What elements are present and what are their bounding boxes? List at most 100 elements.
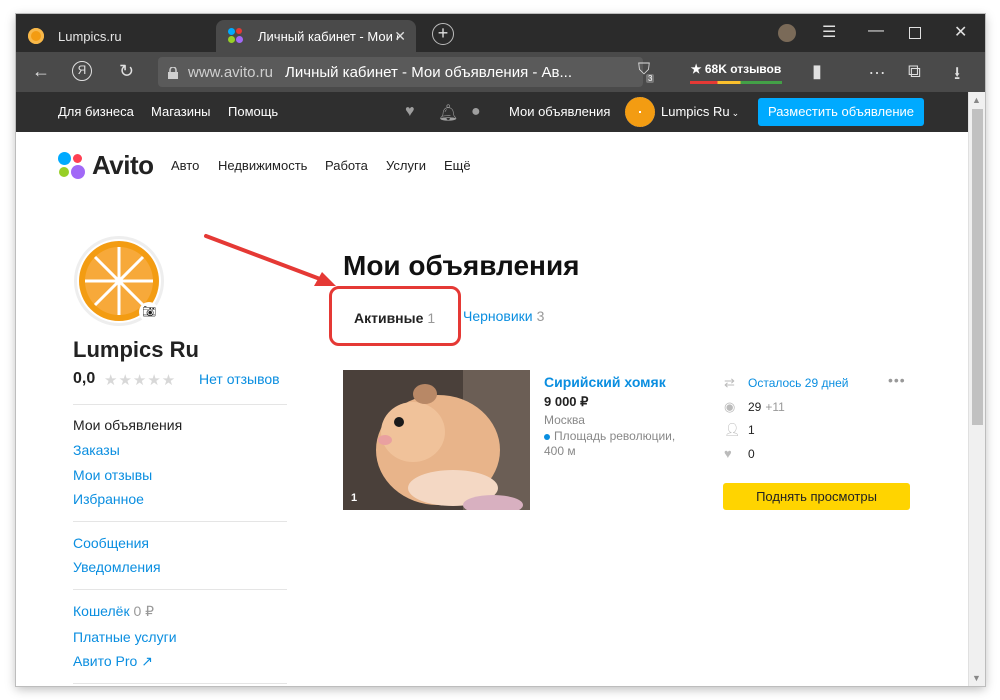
page-content: Avito Авто Недвижимость Работа Услуги Ещ… bbox=[16, 132, 968, 686]
metro-dot-icon bbox=[544, 433, 550, 440]
refresh-icon: ⇄ bbox=[724, 375, 735, 390]
stat-days-left: ⇄ Осталось 29 дней bbox=[724, 375, 848, 391]
reviews-rating-stripe bbox=[690, 81, 782, 84]
menu-avito-pro[interactable]: Авито Pro ↗ bbox=[73, 653, 153, 670]
for-business-link[interactable]: Для бизнеса bbox=[58, 104, 134, 119]
tab-title: Личный кабинет - Мои объявления bbox=[258, 28, 398, 44]
menu-favorites[interactable]: Избранное bbox=[73, 491, 144, 507]
avito-logo-icon bbox=[58, 151, 86, 180]
divider bbox=[73, 521, 287, 522]
days-left-link[interactable]: Осталось 29 дней bbox=[748, 376, 848, 390]
menu-messages[interactable]: Сообщения bbox=[73, 535, 149, 551]
reviews-button[interactable]: ★ 68K отзывов bbox=[688, 58, 784, 86]
minimize-icon[interactable]: — bbox=[868, 22, 884, 40]
tab-drafts[interactable]: Черновики 3 bbox=[463, 308, 544, 324]
avito-logo[interactable]: Avito bbox=[58, 150, 154, 181]
category-link-jobs[interactable]: Работа bbox=[325, 158, 368, 173]
url-page-title: Личный кабинет - Мои объявления - Ав... bbox=[285, 63, 573, 81]
favorites-heart-icon[interactable]: ♥ bbox=[405, 103, 415, 121]
hamster-photo-icon bbox=[343, 370, 530, 510]
scroll-thumb[interactable] bbox=[972, 109, 983, 425]
page-title: Мои объявления bbox=[343, 250, 580, 281]
metro-text: Площадь революции, 400 м bbox=[544, 429, 676, 458]
url-field[interactable]: www.avito.ru Личный кабинет - Мои объявл… bbox=[158, 57, 643, 87]
lock-icon bbox=[168, 66, 178, 79]
close-window-icon[interactable]: ✕ bbox=[954, 22, 967, 42]
listing-more-icon[interactable]: ••• bbox=[888, 372, 906, 388]
user-menu[interactable]: Lumpics Ru ⌄ bbox=[661, 104, 739, 119]
user-name: Lumpics Ru bbox=[661, 104, 730, 119]
views-count: 29 bbox=[748, 400, 762, 414]
no-reviews-link[interactable]: Нет отзывов bbox=[199, 371, 280, 387]
menu-my-ads[interactable]: Мои объявления bbox=[73, 417, 182, 433]
favorites-count: 0 bbox=[748, 446, 755, 461]
extension-badge: 3 bbox=[646, 74, 655, 83]
chevron-down-icon: ⌄ bbox=[731, 108, 740, 118]
menu-icon[interactable]: ☰ bbox=[822, 22, 836, 42]
listing-city: Москва bbox=[544, 413, 585, 427]
back-icon[interactable]: ← bbox=[32, 61, 50, 82]
site-top-bar: Для бизнеса Магазины Помощь ♥ 🔔︎ ● Мои о… bbox=[16, 92, 968, 132]
page-scrollbar[interactable]: ▲ ▼ bbox=[968, 92, 985, 686]
listing-photo[interactable]: 1 bbox=[343, 370, 530, 510]
profile-name: Lumpics Ru bbox=[73, 337, 199, 362]
shops-link[interactable]: Магазины bbox=[151, 104, 211, 119]
menu-notifications[interactable]: Уведомления bbox=[73, 559, 161, 575]
menu-wallet[interactable]: Кошелёк 0 ₽ bbox=[73, 603, 154, 620]
my-ads-link[interactable]: Мои объявления bbox=[509, 104, 610, 119]
tab-drafts-count: 3 bbox=[536, 308, 545, 324]
rating-stars-icon: ★★★★★ bbox=[104, 372, 177, 389]
tab-bar: Lumpics.ru Личный кабинет - Мои объявлен… bbox=[16, 14, 985, 52]
new-tab-icon[interactable]: + bbox=[432, 23, 454, 45]
category-link-services[interactable]: Услуги bbox=[386, 158, 426, 173]
contacts-count: 1 bbox=[748, 423, 755, 437]
download-icon[interactable]: ⭳ bbox=[954, 61, 960, 91]
scroll-up-icon[interactable]: ▲ bbox=[972, 95, 981, 105]
address-bar: ← Я ↻ www.avito.ru Личный кабинет - Мои … bbox=[16, 52, 985, 92]
wallet-amount: 0 ₽ bbox=[133, 603, 155, 619]
category-link-more[interactable]: Ещё bbox=[444, 158, 471, 173]
person-icon: 👤︎ bbox=[724, 422, 741, 437]
bookmark-icon[interactable]: ▮ bbox=[812, 61, 822, 82]
eye-icon: ◉ bbox=[724, 399, 736, 414]
views-today: +11 bbox=[765, 400, 785, 414]
tab-title: Lumpics.ru bbox=[58, 28, 122, 44]
messages-chat-icon[interactable]: ● bbox=[471, 103, 481, 121]
post-ad-button[interactable]: Разместить объявление bbox=[758, 98, 924, 126]
stat-favorites: ♥ 0 bbox=[724, 446, 755, 461]
orange-favicon-icon bbox=[28, 28, 44, 44]
collections-icon[interactable]: ⧉ bbox=[908, 61, 921, 82]
menu-orders[interactable]: Заказы bbox=[73, 442, 120, 458]
notifications-bell-icon[interactable]: 🔔︎ bbox=[438, 103, 458, 123]
annotation-arrow-icon bbox=[204, 234, 336, 286]
menu-paid-services[interactable]: Платные услуги bbox=[73, 629, 177, 645]
wallet-label: Кошелёк bbox=[73, 603, 130, 619]
scroll-down-icon[interactable]: ▼ bbox=[972, 673, 981, 683]
divider bbox=[73, 404, 287, 405]
profile-icon[interactable] bbox=[778, 24, 796, 42]
listing-metro: Площадь революции, 400 м bbox=[544, 429, 694, 459]
yandex-icon[interactable]: Я bbox=[72, 61, 92, 81]
stat-contacts: 👤︎ 1 bbox=[724, 422, 755, 438]
more-icon[interactable]: … bbox=[868, 58, 886, 79]
boost-views-button[interactable]: Поднять просмотры bbox=[723, 483, 910, 510]
logo-text: Avito bbox=[92, 150, 154, 180]
help-link[interactable]: Помощь bbox=[228, 104, 278, 119]
heart-icon: ♥ bbox=[724, 446, 732, 461]
stat-views: ◉ 29 +11 bbox=[724, 399, 785, 415]
annotation-highlight-box bbox=[329, 286, 461, 346]
category-link-auto[interactable]: Авто bbox=[171, 158, 199, 173]
reload-icon[interactable]: ↻ bbox=[119, 61, 134, 82]
close-tab-icon[interactable]: ✕ bbox=[394, 28, 406, 45]
camera-icon[interactable]: 📷︎ bbox=[139, 302, 159, 322]
photo-count: 1 bbox=[351, 492, 358, 504]
tab-drafts-label: Черновики bbox=[463, 308, 533, 324]
tab-avito[interactable]: Личный кабинет - Мои объявления ✕ bbox=[216, 20, 416, 52]
maximize-icon[interactable] bbox=[909, 27, 921, 39]
tab-lumpics[interactable]: Lumpics.ru bbox=[16, 20, 216, 52]
divider bbox=[73, 589, 287, 590]
listing-title[interactable]: Сирийский хомяк bbox=[544, 374, 666, 390]
user-avatar[interactable] bbox=[625, 97, 655, 127]
category-link-realty[interactable]: Недвижимость bbox=[218, 158, 307, 173]
menu-my-reviews[interactable]: Мои отзывы bbox=[73, 467, 152, 483]
